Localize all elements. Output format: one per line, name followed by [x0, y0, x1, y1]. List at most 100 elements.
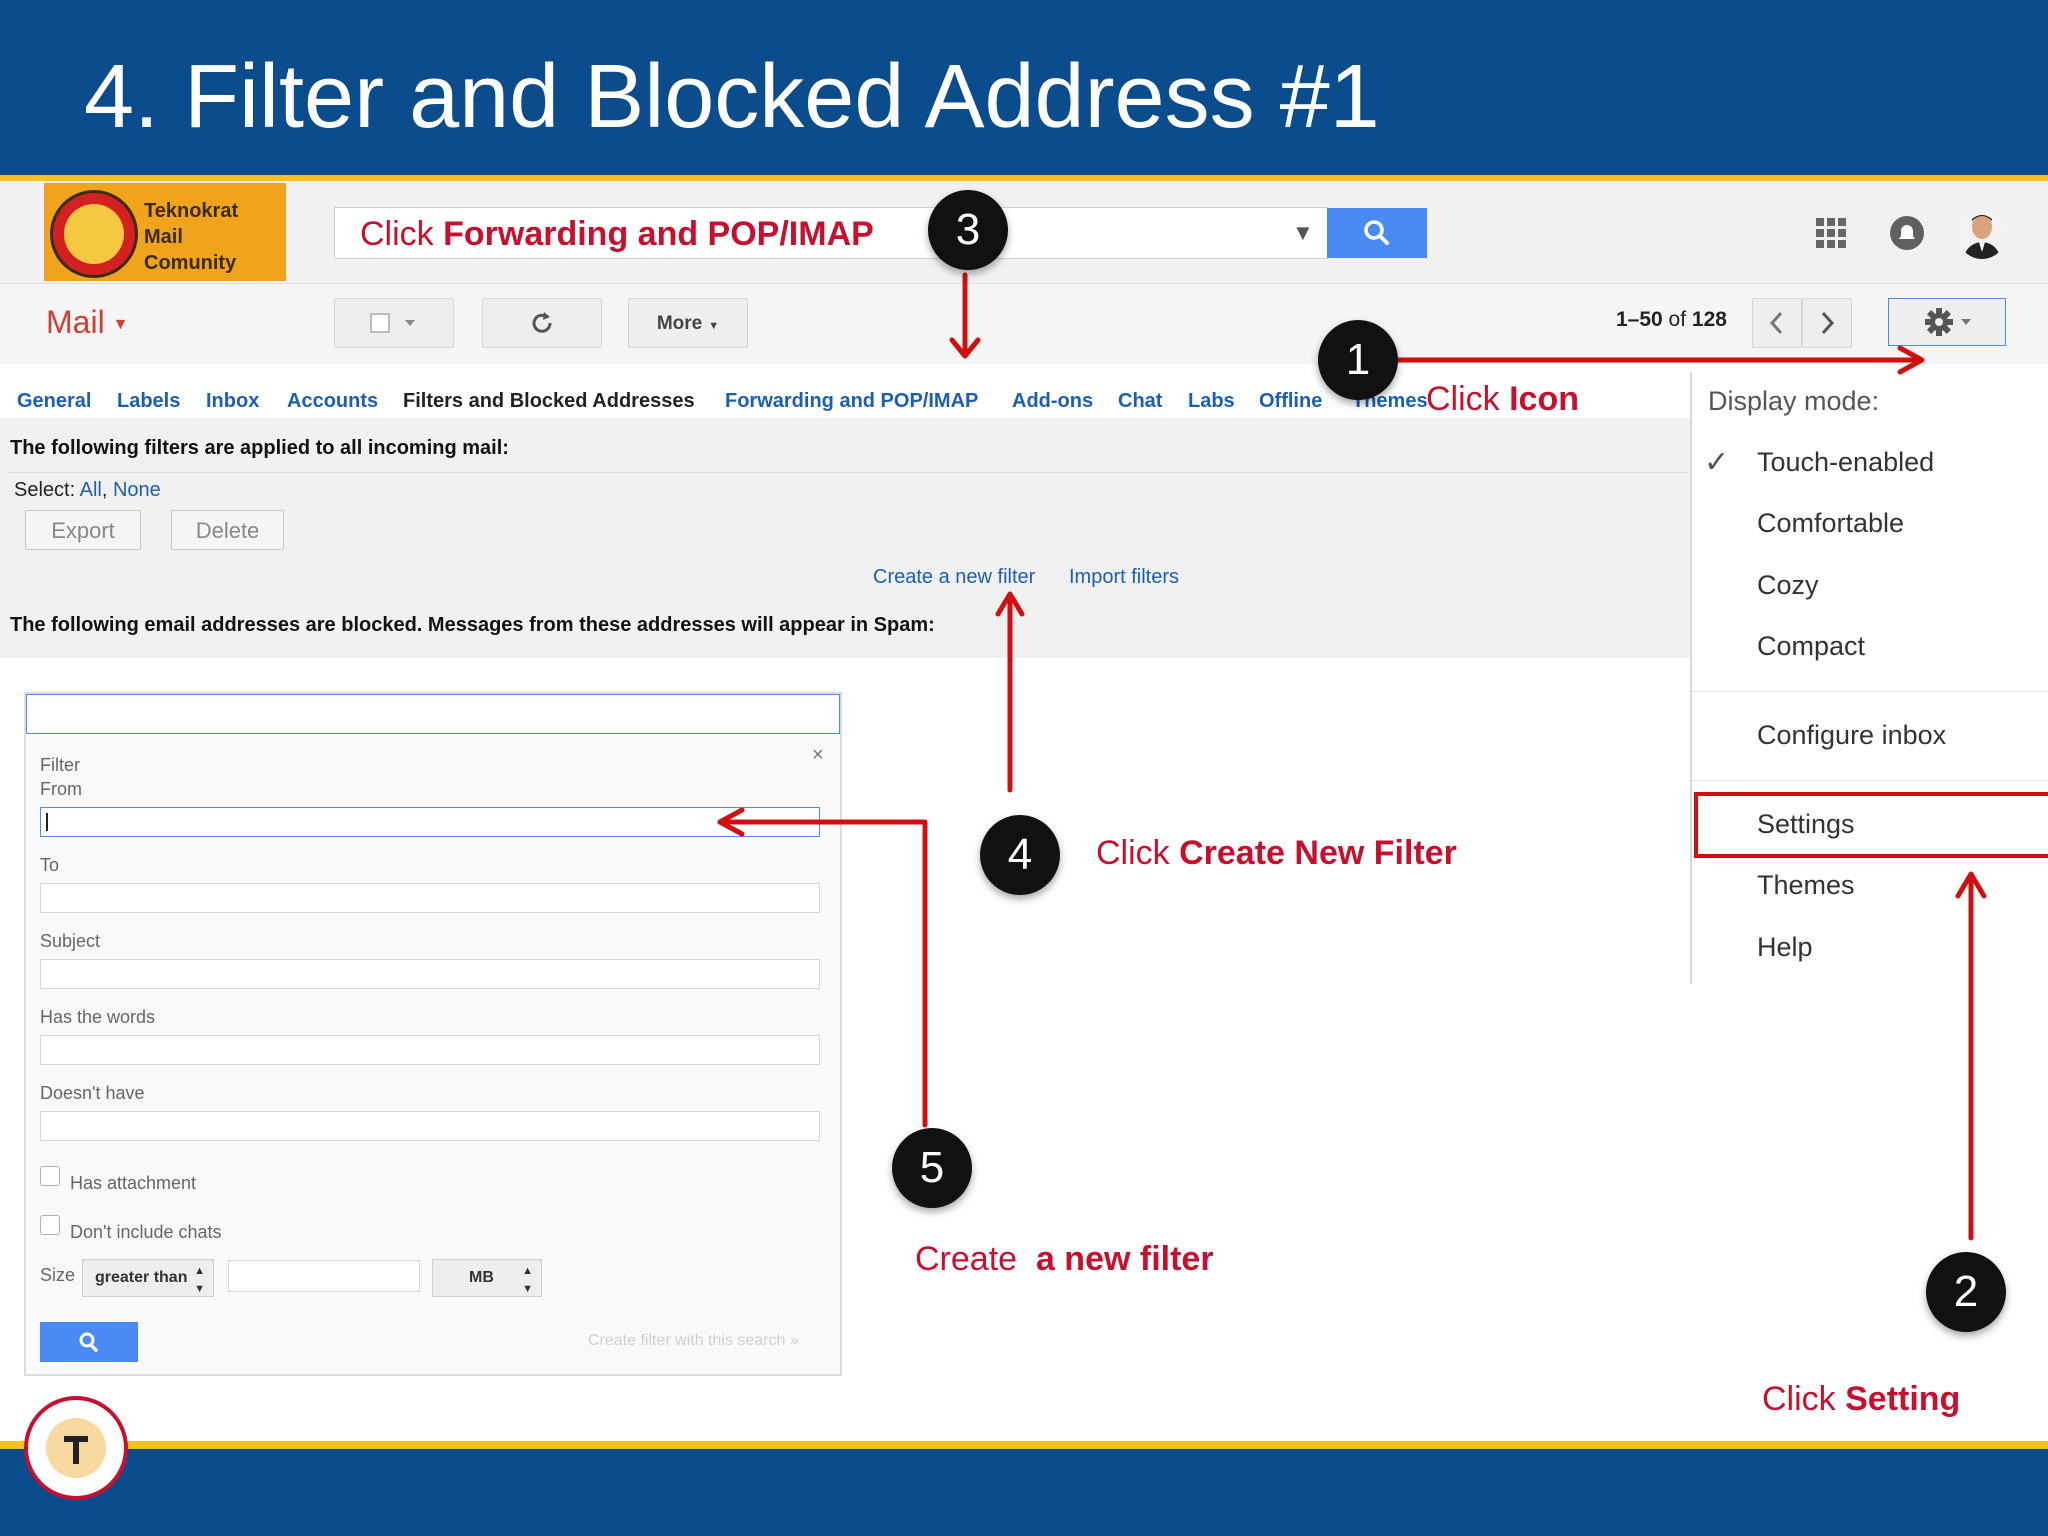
to-input[interactable]	[40, 883, 820, 913]
tab-accounts[interactable]: Accounts	[287, 390, 378, 413]
has-attachment-checkbox[interactable]	[40, 1166, 60, 1186]
annotation-create-filter-bold: Create New Filter	[1179, 834, 1457, 872]
menu-item-touch-enabled[interactable]: Touch-enabled	[1757, 447, 1934, 478]
annotation-click-icon-prefix: Click	[1426, 380, 1510, 418]
doesnt-have-input[interactable]	[40, 1111, 820, 1141]
menu-item-themes[interactable]: Themes	[1757, 870, 1855, 901]
step-badge-5: 5	[892, 1128, 972, 1208]
settings-highlight-box	[1694, 792, 2048, 858]
blocked-heading: The following email addresses are blocke…	[10, 614, 935, 636]
search-icon	[79, 1332, 98, 1352]
pagination-of: of	[1662, 308, 1692, 331]
updown-arrows-icon: ▲ ▼	[522, 1265, 533, 1295]
delete-button[interactable]: Delete	[171, 510, 284, 550]
select-all-link[interactable]: All	[80, 479, 102, 501]
pagination-total: 128	[1691, 308, 1727, 331]
tab-general[interactable]: General	[17, 390, 91, 413]
dialog-search-bar[interactable]	[26, 694, 840, 734]
menu-item-compact[interactable]: Compact	[1757, 631, 1865, 662]
avatar[interactable]	[1957, 207, 2007, 259]
menu-item-configure-inbox[interactable]: Configure inbox	[1757, 720, 1946, 751]
gear-icon	[1925, 308, 1971, 336]
more-button[interactable]: More ▼	[628, 298, 748, 348]
annotation-click-setting-bold: Setting	[1845, 1380, 1961, 1418]
divider	[8, 472, 1688, 473]
logo-line-1: Teknokrat	[144, 200, 239, 222]
logo-line-3: Comunity	[144, 252, 237, 274]
size-comparator-value: greater than	[95, 1269, 188, 1286]
step-badge-4: 4	[980, 815, 1060, 895]
checkbox-icon	[370, 313, 415, 333]
search-annotation-prefix: Click	[360, 215, 444, 253]
select-none-link[interactable]: None	[113, 479, 161, 501]
mail-switcher[interactable]: Mail ▼	[46, 304, 129, 341]
filter-label: Filter	[40, 755, 80, 775]
close-icon[interactable]: ×	[812, 744, 824, 767]
select-checkbox-button[interactable]	[334, 298, 454, 348]
tab-filters-blocked-addresses[interactable]: Filters and Blocked Addresses	[403, 390, 695, 413]
has-words-input[interactable]	[40, 1035, 820, 1065]
chevron-down-icon[interactable]: ▼	[1292, 220, 1314, 246]
has-words-label: Has the words	[40, 1007, 156, 1027]
annotation-new-filter-bold: a new filter	[1035, 1240, 1214, 1278]
search-button[interactable]	[1327, 208, 1427, 258]
step-badge-2: 2	[1926, 1252, 2006, 1332]
select-separator: ,	[101, 479, 113, 501]
search-annotation-text: Click Forwarding and POP/IMAP	[360, 212, 874, 256]
import-filters-link[interactable]: Import filters	[1069, 566, 1179, 589]
tab-chat[interactable]: Chat	[1118, 390, 1162, 413]
doesnt-have-label: Doesn't have	[40, 1083, 145, 1103]
tab-forwarding-pop-imap[interactable]: Forwarding and POP/IMAP	[725, 390, 978, 413]
tab-offline[interactable]: Offline	[1259, 390, 1322, 413]
menu-item-comfortable[interactable]: Comfortable	[1757, 508, 1904, 539]
chevron-down-icon: ▼	[112, 315, 129, 333]
size-value-input[interactable]	[228, 1260, 420, 1292]
search-icon	[1364, 220, 1389, 245]
filters-heading: The following filters are applied to all…	[10, 437, 509, 459]
create-filter-with-search-link[interactable]: Create filter with this search »	[588, 1332, 799, 1350]
university-seal-center	[46, 1418, 106, 1478]
mail-label: Mail	[46, 304, 105, 340]
updown-arrows-icon: ▲ ▼	[194, 1265, 205, 1295]
display-mode-label: Display mode:	[1708, 386, 1880, 416]
to-label: To	[40, 855, 60, 875]
step-badge-1: 1	[1318, 320, 1398, 400]
subject-label: Subject	[40, 931, 101, 951]
from-input[interactable]	[40, 807, 820, 837]
select-row: Select: All, None	[14, 479, 161, 502]
subject-input[interactable]	[40, 959, 820, 989]
annotation-click-setting-prefix: Click	[1762, 1380, 1846, 1418]
chevron-down-icon: ▼	[708, 320, 720, 332]
check-icon: ✓	[1704, 446, 1730, 479]
annotation-new-filter: Create a new filter	[915, 1240, 1214, 1279]
slide-title: 4. Filter and Blocked Address #1	[84, 47, 1380, 147]
menu-item-help[interactable]: Help	[1757, 932, 1813, 963]
create-new-filter-link[interactable]: Create a new filter	[873, 566, 1035, 589]
notification-icon[interactable]	[1890, 216, 1924, 250]
has-attachment-label: Has attachment	[70, 1173, 197, 1193]
more-label: More	[656, 313, 703, 334]
tab-inbox[interactable]: Inbox	[206, 390, 259, 413]
size-comparator-select[interactable]: greater than ▲ ▼	[82, 1259, 214, 1297]
refresh-button[interactable]	[482, 298, 602, 348]
logo-emblem-center	[64, 204, 124, 264]
annotation-click-icon-bold: Icon	[1509, 380, 1580, 418]
tab-labs[interactable]: Labs	[1188, 390, 1235, 413]
previous-page-button[interactable]	[1752, 298, 1802, 348]
dont-include-chats-label: Don't include chats	[70, 1222, 222, 1242]
export-button[interactable]: Export	[25, 510, 141, 550]
annotation-new-filter-prefix: Create	[915, 1240, 1036, 1278]
menu-item-cozy[interactable]: Cozy	[1757, 570, 1819, 601]
dialog-search-button[interactable]	[40, 1322, 138, 1362]
size-unit-select[interactable]: MB ▲ ▼	[432, 1259, 542, 1297]
next-page-button[interactable]	[1802, 298, 1852, 348]
annotation-create-filter: Click Create New Filter	[1096, 834, 1457, 873]
search-annotation-bold: Forwarding and POP/IMAP	[443, 215, 874, 253]
apps-grid-icon[interactable]	[1816, 218, 1846, 248]
tab-add-ons[interactable]: Add-ons	[1012, 390, 1093, 413]
annotation-click-setting: Click Setting	[1762, 1380, 1960, 1419]
settings-gear-button[interactable]	[1888, 298, 2006, 346]
tab-labels[interactable]: Labels	[117, 390, 180, 413]
mail-toolbar	[0, 284, 2048, 364]
dont-include-chats-checkbox[interactable]	[40, 1215, 60, 1235]
